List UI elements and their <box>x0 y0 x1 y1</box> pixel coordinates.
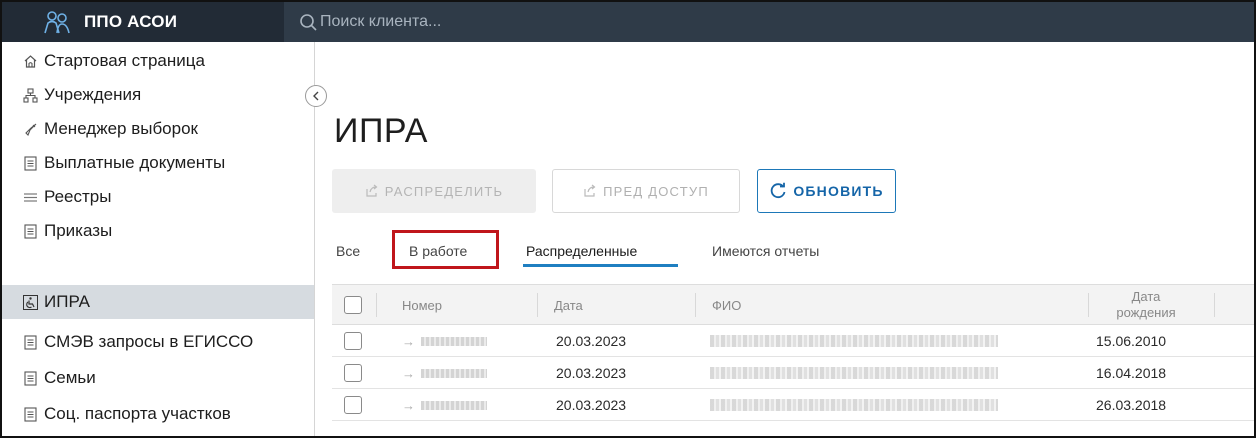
row-checkbox[interactable] <box>344 332 362 350</box>
org-tree-icon <box>22 87 38 103</box>
column-separator <box>376 293 377 317</box>
active-tab-indicator <box>523 264 678 267</box>
page-title: ИПРА <box>334 112 428 150</box>
number-cell: → <box>402 389 487 421</box>
column-header-number[interactable]: Номер <box>402 285 442 325</box>
column-separator <box>1214 293 1215 317</box>
arrow-right-icon: → <box>402 365 415 381</box>
distribute-button-label: РАСПРЕДЕЛИТЬ <box>384 183 504 199</box>
pre-access-button[interactable]: ПРЕД ДОСТУП <box>552 169 740 213</box>
sidebar-item-registries[interactable]: Реестры <box>2 180 314 214</box>
sidebar-item-label: Выплатные документы <box>44 153 226 172</box>
fio-cell <box>710 325 998 357</box>
tab-with-reports[interactable]: Имеются отчеты <box>712 231 819 271</box>
distribute-button[interactable]: РАСПРЕДЕЛИТЬ <box>332 169 536 213</box>
fio-cell <box>710 357 998 389</box>
tab-all[interactable]: Все <box>336 231 360 271</box>
document-icon <box>22 406 38 422</box>
sidebar-item-institutions[interactable]: Учреждения <box>2 78 314 112</box>
sidebar-item-label: ИПРА <box>44 292 90 311</box>
top-bar: ППО АСОИ <box>2 2 1254 42</box>
sidebar-item-smev-requests[interactable]: СМЭВ запросы в ЕГИССО <box>2 325 314 359</box>
sidebar-item-label: Семьи <box>44 368 96 387</box>
sidebar-item-start-page[interactable]: Стартовая страница <box>2 44 314 78</box>
number-cell: → <box>402 357 487 389</box>
redacted-fio <box>710 399 998 411</box>
search-bar <box>298 2 620 42</box>
redacted-number <box>421 336 487 346</box>
sidebar-item-label: Реестры <box>44 187 112 206</box>
column-header-dob-line1: Дата <box>1131 289 1161 304</box>
sidebar-item-label: Соц. паспорта участков <box>44 404 231 423</box>
document-icon <box>22 370 38 386</box>
document-icon <box>22 223 38 239</box>
annotation-highlight-box <box>392 230 499 269</box>
date-cell: 20.03.2023 <box>556 365 627 381</box>
ipra-table: Номер Дата ФИО Дата рождения → 20.03.202… <box>332 284 1254 436</box>
column-header-fio[interactable]: ФИО <box>712 285 741 325</box>
column-header-date[interactable]: Дата <box>554 285 583 325</box>
accessibility-icon <box>22 294 38 310</box>
table-row[interactable]: → 20.03.2023 26.03.2018 <box>332 389 1254 421</box>
share-icon <box>583 184 597 198</box>
persons-icon <box>44 11 70 34</box>
sidebar-item-orders[interactable]: Приказы <box>2 214 314 248</box>
dob-cell: 26.03.2018 <box>1096 397 1167 413</box>
column-header-dob-line2: рождения <box>1116 305 1176 320</box>
app-title: ППО АСОИ <box>84 12 178 31</box>
redacted-number <box>421 400 487 410</box>
sidebar-item-label: Учреждения <box>44 85 142 104</box>
sidebar-item-social-passports[interactable]: Соц. паспорта участков <box>2 397 314 431</box>
table-header: Номер Дата ФИО Дата рождения <box>332 285 1254 325</box>
sidebar-item-label: Стартовая страница <box>44 51 205 70</box>
app-window: ППО АСОИ Стартовая страница Учреждения <box>0 0 1256 438</box>
refresh-button-label: ОБНОВИТЬ <box>793 183 884 199</box>
sidebar-item-payment-documents[interactable]: Выплатные документы <box>2 146 314 180</box>
sidebar-item-selection-manager[interactable]: Менеджер выборок <box>2 112 314 146</box>
home-icon <box>22 53 38 69</box>
pre-access-button-label: ПРЕД ДОСТУП <box>603 183 709 199</box>
date-cell: 20.03.2023 <box>556 333 627 349</box>
refresh-icon <box>769 182 787 200</box>
brand[interactable]: ППО АСОИ <box>2 2 284 42</box>
sidebar-item-ipra[interactable]: ИПРА <box>2 285 314 319</box>
share-icon <box>365 184 379 198</box>
select-all-checkbox[interactable] <box>344 296 362 314</box>
redacted-fio <box>710 335 998 347</box>
sidebar-item-label: Приказы <box>44 221 113 240</box>
sidebar-item-label: СМЭВ запросы в ЕГИССО <box>44 332 254 351</box>
number-cell: → <box>402 325 487 357</box>
row-checkbox[interactable] <box>344 364 362 382</box>
dob-cell: 15.06.2010 <box>1096 333 1167 349</box>
sidebar-item-families[interactable]: Семьи <box>2 361 314 395</box>
document-icon <box>22 334 38 350</box>
column-separator <box>537 293 538 317</box>
dob-cell: 16.04.2018 <box>1096 365 1167 381</box>
filter-icon <box>22 121 38 137</box>
sidebar: Стартовая страница Учреждения Менеджер в… <box>2 42 314 436</box>
tab-label: Распределенные <box>526 243 638 259</box>
date-cell: 20.03.2023 <box>556 397 627 413</box>
column-header-dob[interactable]: Дата рождения <box>1086 285 1206 325</box>
refresh-button[interactable]: ОБНОВИТЬ <box>757 169 896 213</box>
tab-label: Все <box>336 243 361 259</box>
search-input[interactable] <box>320 13 620 31</box>
column-separator <box>695 293 696 317</box>
document-icon <box>22 155 38 171</box>
table-row[interactable]: → 20.03.2023 15.06.2010 <box>332 325 1254 357</box>
arrow-right-icon: → <box>402 397 415 413</box>
sidebar-item-label: Менеджер выборок <box>44 119 198 138</box>
search-icon <box>300 14 317 31</box>
list-icon <box>22 189 38 205</box>
table-row[interactable]: → 20.03.2023 16.04.2018 <box>332 357 1254 389</box>
row-checkbox[interactable] <box>344 396 362 414</box>
arrow-right-icon: → <box>402 333 415 349</box>
collapse-sidebar-button[interactable] <box>305 85 327 107</box>
redacted-fio <box>710 367 998 379</box>
redacted-number <box>421 368 487 378</box>
chevron-left-icon <box>313 91 319 101</box>
tab-label: Имеются отчеты <box>712 243 820 259</box>
fio-cell <box>710 389 998 421</box>
